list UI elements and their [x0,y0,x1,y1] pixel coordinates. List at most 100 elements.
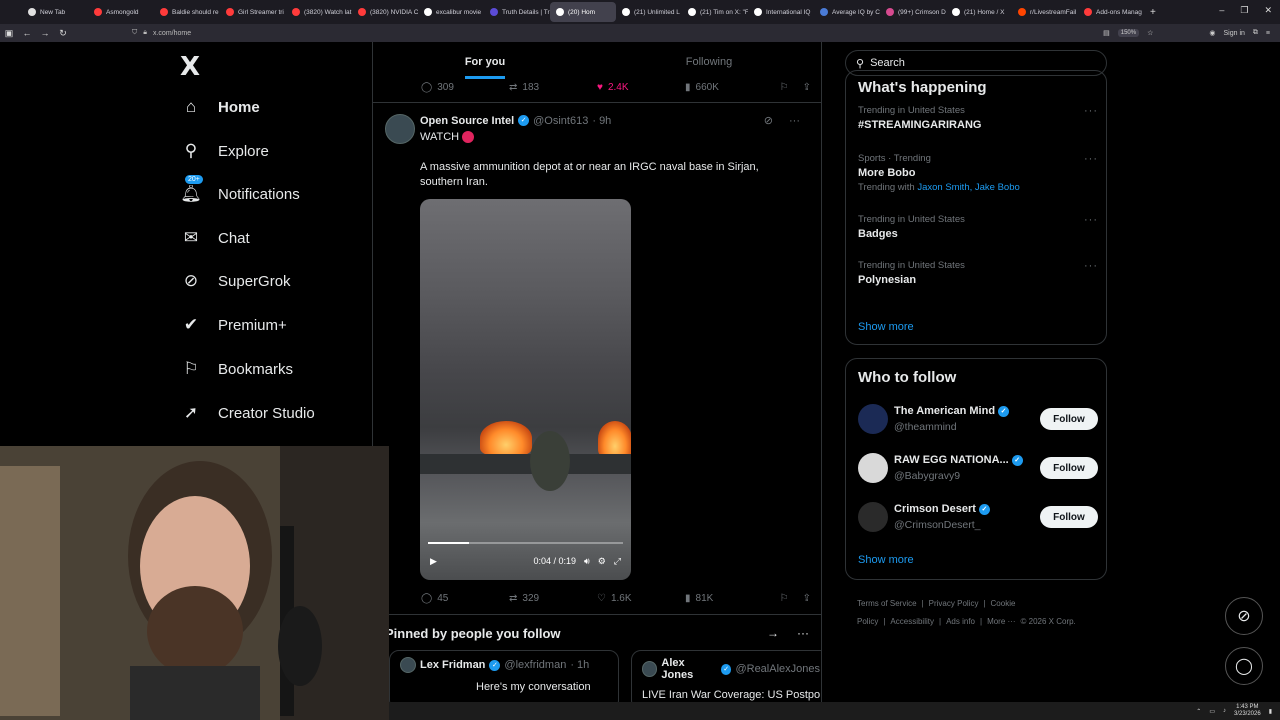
menu-icon[interactable]: ≡ [1266,30,1270,37]
browser-tab[interactable]: (99+) Crimson D [880,2,946,22]
tray-chevron-icon[interactable]: ⌃ [1196,708,1201,715]
avatar[interactable] [858,453,888,483]
account-icon[interactable]: ◉ [1209,29,1215,37]
footer-link[interactable]: Ads info [946,617,975,626]
nav-item-explore[interactable]: ⚲ Explore [180,140,269,162]
settings-icon[interactable]: ⚙ [598,556,606,567]
browser-tab[interactable]: Add-ons Manag [1078,2,1144,22]
nav-item-home[interactable]: ⌂ Home [180,96,260,118]
browser-tab[interactable]: (3820) NVIDIA C [352,2,418,22]
views-button[interactable]: ▮ 81K [685,593,773,604]
reply-button[interactable]: ◯ 45 [421,593,509,604]
follow-button[interactable]: Follow [1040,457,1098,479]
browser-tab[interactable]: (21) Home / X [946,2,1012,22]
maximize-icon[interactable]: ❐ [1240,5,1248,16]
account-name[interactable]: The American Mind [894,405,995,417]
trend-item[interactable]: Trending in United States Polynesian ··· [858,260,1098,286]
new-tab-icon[interactable]: + [1150,7,1156,18]
more-icon[interactable]: ··· [1084,214,1098,226]
browser-tab[interactable]: excalibur movie [418,2,484,22]
messages-button[interactable]: ◯ [1225,647,1263,685]
browser-tab[interactable]: Asmongold [88,2,154,22]
forward-icon[interactable]: → [36,28,54,38]
notification-icon[interactable]: ▮ [1269,708,1272,715]
browser-tab[interactable]: r/LivestreamFail [1012,2,1078,22]
follow-suggestion[interactable]: RAW EGG NATIONA... ✓ @Babygravy9 Follow [858,450,1098,486]
repost-button[interactable]: ⇄ 183 [509,82,597,93]
star-icon[interactable]: ☆ [1147,29,1153,37]
nav-item-creator-studio[interactable]: ➚ Creator Studio [180,402,315,424]
browser-tab[interactable]: (20) Hom [550,2,616,22]
avatar[interactable] [858,502,888,532]
reload-icon[interactable]: ↻ [54,28,72,39]
trend-item[interactable]: Sports · Trending More Bobo Trending with … [858,153,1098,193]
follow-button[interactable]: Follow [1040,506,1098,528]
nav-item-bookmarks[interactable]: ⚐ Bookmarks [180,358,293,380]
tab-following[interactable]: Following [597,42,821,82]
more-icon[interactable]: ··· [789,115,800,127]
browser-tab[interactable]: Truth Details | Tr [484,2,550,22]
repost-button[interactable]: ⇄ 329 [509,593,597,604]
nav-item-notifications[interactable]: 🔔︎ 20+ Notifications [180,174,300,205]
browser-tab[interactable]: Baldie should re [154,2,220,22]
follow-button[interactable]: Follow [1040,408,1098,430]
nav-item-chat[interactable]: ✉ Chat [180,227,250,249]
share-icon[interactable]: ⇪ [803,593,811,604]
browser-tab[interactable]: (3820) Watch lat [286,2,352,22]
views-button[interactable]: ▮ 660K [685,82,773,93]
account-handle[interactable]: @Babygravy9 [894,470,960,482]
browser-tab[interactable]: New Tab [22,2,88,22]
browser-tab[interactable]: Girl Streamer tri [220,2,286,22]
author-handle[interactable]: @Osint613 [533,115,588,127]
reader-icon[interactable]: ▤ [1103,29,1110,37]
like-button[interactable]: ♥ 2.4K [597,82,685,93]
bookmark-icon[interactable]: ⚐ [780,593,789,604]
tab-for-you[interactable]: For you [373,42,597,82]
follow-suggestion[interactable]: The American Mind ✓ @theammind Follow [858,401,1098,437]
back-icon[interactable]: ← [18,28,36,38]
browser-tab[interactable]: Average IQ by C [814,2,880,22]
nav-item-supergrok[interactable]: ⊘ SuperGrok [180,270,291,292]
trend-item[interactable]: Trending in United States Badges ··· [858,214,1098,240]
nav-item-premium[interactable]: ✔ Premium+ [180,314,287,336]
account-handle[interactable]: @CrimsonDesert_ [894,519,981,531]
like-button[interactable]: ♡ 1.6K [597,593,685,604]
taskbar-clock[interactable]: 1:43 PM 3/23/2026 [1234,704,1261,718]
play-icon[interactable]: ▶ [430,556,437,567]
bookmark-icon[interactable]: ⚐ [780,82,789,93]
network-icon[interactable]: ▭ [1209,708,1215,715]
volume-icon[interactable]: ♪ [1223,708,1226,714]
pinned-card[interactable]: Alex Jones ✓ @RealAlexJones LIVE Iran Wa… [631,650,821,702]
more-icon[interactable]: ··· [1084,105,1098,117]
footer-link[interactable]: Terms of Service [857,599,917,608]
video-player[interactable]: ▶ 0:04 / 0:19 🔊︎ ⚙ ⤢ [420,199,631,580]
share-icon[interactable]: ⇪ [803,82,811,93]
sidebar-toggle-icon[interactable]: ▣ [0,28,18,39]
more-icon[interactable]: ··· [1084,260,1098,272]
footer-link[interactable]: Privacy Policy [929,599,979,608]
footer-link[interactable]: © 2026 X Corp. [1021,617,1076,626]
volume-icon[interactable]: 🔊︎ [584,556,590,567]
show-more-link[interactable]: Show more [858,554,914,566]
extensions-icon[interactable]: ⧉ [1253,29,1258,37]
zoom-level[interactable]: 150% [1117,29,1140,37]
trend-item[interactable]: Trending in United States #STREAMINGARIRA… [858,105,1098,131]
arrow-right-icon[interactable]: → [767,626,779,640]
footer-link[interactable]: More ··· [987,617,1015,626]
fullscreen-icon[interactable]: ⤢ [614,556,621,567]
sign-in-link[interactable]: Sign in [1224,30,1245,37]
more-icon[interactable]: ··· [797,626,809,640]
minimize-icon[interactable]: – [1219,5,1224,16]
grok-icon[interactable]: ⊘ [764,114,773,127]
close-icon[interactable]: ✕ [1264,5,1272,16]
avatar[interactable] [858,404,888,434]
tweet-time[interactable]: · 9h [592,115,611,127]
author-name[interactable]: Open Source Intel [420,115,514,127]
follow-suggestion[interactable]: Crimson Desert ✓ @CrimsonDesert_ Follow [858,499,1098,535]
browser-tab[interactable]: International IQ [748,2,814,22]
footer-link[interactable]: Accessibility [890,617,934,626]
browser-tab[interactable]: (21) Unlimited L [616,2,682,22]
pinned-card[interactable]: Lex Fridman ✓ @lexfridman · 1h Here's my… [389,650,619,702]
more-icon[interactable]: ··· [1084,153,1098,165]
x-logo-icon[interactable]: X [180,52,200,82]
